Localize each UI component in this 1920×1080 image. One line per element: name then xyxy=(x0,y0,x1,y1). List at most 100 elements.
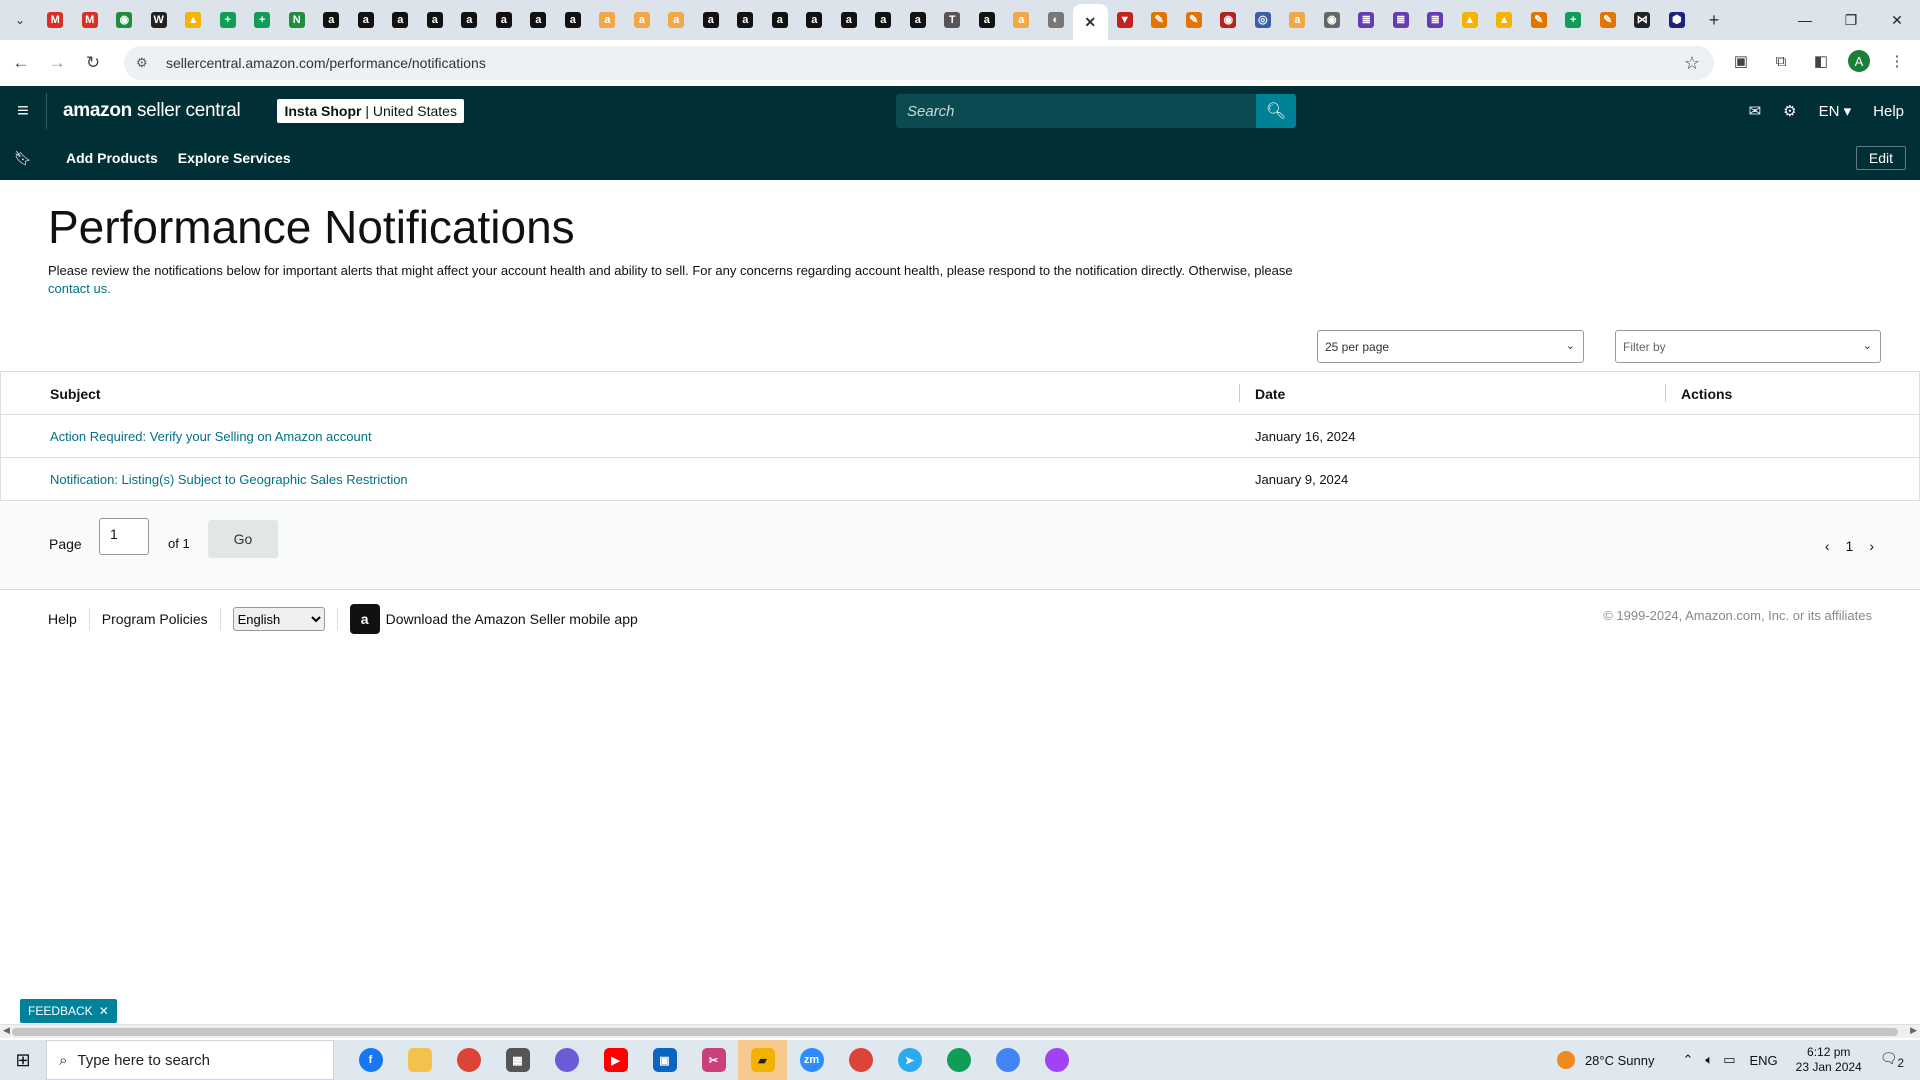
volume-icon[interactable]: 🔈︎ xyxy=(1705,1052,1713,1068)
footer-program-policies-link[interactable]: Program Policies xyxy=(102,611,208,627)
page-number-input[interactable]: 1 xyxy=(99,518,149,555)
taskbar-app[interactable]: ▰ xyxy=(738,1040,787,1080)
language-selector[interactable]: EN ▾ xyxy=(1819,102,1852,120)
feedback-button[interactable]: FEEDBACK ✕ xyxy=(20,999,117,1023)
browser-tab[interactable]: ✎ xyxy=(1591,4,1626,36)
browser-tab[interactable]: ◉ xyxy=(1315,4,1350,36)
browser-tab[interactable]: a xyxy=(590,4,625,36)
browser-tab[interactable]: a xyxy=(383,4,418,36)
notification-subject-link[interactable]: Notification: Listing(s) Subject to Geog… xyxy=(50,458,408,501)
taskbar-app[interactable] xyxy=(983,1040,1032,1080)
reload-icon[interactable]: ↻ xyxy=(78,48,108,78)
browser-tab[interactable]: ▼ xyxy=(1108,4,1143,36)
browser-tab[interactable]: ⬢ xyxy=(1660,4,1695,36)
taskbar-app[interactable] xyxy=(542,1040,591,1080)
contact-us-link[interactable]: contact us. xyxy=(48,281,111,296)
chevron-left-icon[interactable]: ‹ xyxy=(1825,538,1830,554)
browser-tab[interactable]: M xyxy=(73,4,108,36)
browser-tab[interactable]: a xyxy=(314,4,349,36)
browser-tab[interactable]: W xyxy=(142,4,177,36)
browser-menu-icon[interactable]: ⋮ xyxy=(1884,48,1910,74)
notification-center-icon[interactable]: 🗨︎2 xyxy=(1880,1050,1904,1070)
browser-tab[interactable]: a xyxy=(625,4,660,36)
clock[interactable]: 6:12 pm 23 Jan 2024 xyxy=(1796,1045,1862,1075)
taskbar-app[interactable]: ➤ xyxy=(885,1040,934,1080)
notification-subject-link[interactable]: Action Required: Verify your Selling on … xyxy=(50,415,372,458)
close-icon[interactable]: ✕ xyxy=(1082,14,1098,30)
column-header-date[interactable]: Date xyxy=(1255,372,1285,415)
seller-central-logo[interactable]: amazon seller central xyxy=(63,100,241,122)
browser-tab[interactable]: a xyxy=(970,4,1005,36)
browser-tab[interactable]: ✎ xyxy=(1177,4,1212,36)
browser-tab[interactable]: ≣ xyxy=(1384,4,1419,36)
browser-tab[interactable]: ◎ xyxy=(1246,4,1281,36)
browser-tab[interactable]: ✕ xyxy=(1073,4,1108,40)
taskbar-app[interactable]: ✂ xyxy=(689,1040,738,1080)
taskbar-app[interactable]: ▦ xyxy=(493,1040,542,1080)
minimize-icon[interactable]: — xyxy=(1782,0,1828,40)
go-button[interactable]: Go xyxy=(208,520,278,558)
browser-tab[interactable]: T xyxy=(935,4,970,36)
browser-tab[interactable]: a xyxy=(694,4,729,36)
bookmark-icon[interactable]: 🔖︎ xyxy=(0,150,46,167)
input-language[interactable]: ENG xyxy=(1750,1053,1778,1068)
browser-tab[interactable]: + xyxy=(211,4,246,36)
nav-explore-services[interactable]: Explore Services xyxy=(178,150,291,166)
profile-avatar[interactable]: A xyxy=(1848,50,1870,72)
taskbar-app[interactable]: ▣ xyxy=(640,1040,689,1080)
new-tab-icon[interactable]: + xyxy=(1700,10,1728,31)
browser-tab[interactable]: ✎ xyxy=(1142,4,1177,36)
back-icon[interactable]: ← xyxy=(6,48,36,78)
browser-tab[interactable]: ⋈ xyxy=(1625,4,1660,36)
browser-tab[interactable]: ▲ xyxy=(1487,4,1522,36)
browser-tab[interactable]: a xyxy=(763,4,798,36)
page-number-current[interactable]: 1 xyxy=(1846,538,1854,554)
browser-tab[interactable]: M xyxy=(38,4,73,36)
extension-off-icon[interactable]: ▣ xyxy=(1728,48,1754,74)
taskbar-app[interactable]: f xyxy=(346,1040,395,1080)
restore-icon[interactable]: ❐ xyxy=(1828,0,1874,40)
browser-tab[interactable]: a xyxy=(866,4,901,36)
chevron-right-icon[interactable]: › xyxy=(1869,538,1874,554)
browser-tab[interactable]: a xyxy=(349,4,384,36)
filter-select[interactable]: Filter by ⌄ xyxy=(1615,330,1881,363)
browser-tab[interactable]: ▲ xyxy=(1453,4,1488,36)
side-panel-icon[interactable]: ◧ xyxy=(1808,48,1834,74)
taskbar-app[interactable] xyxy=(934,1040,983,1080)
browser-tab[interactable]: a xyxy=(1004,4,1039,36)
forward-icon[interactable]: → xyxy=(42,48,72,78)
scrollbar-thumb[interactable] xyxy=(12,1028,1898,1036)
tray-chevron-icon[interactable]: ⌃ xyxy=(1682,1052,1693,1068)
taskbar-app[interactable] xyxy=(395,1040,444,1080)
mail-icon[interactable]: ✉ xyxy=(1749,102,1762,120)
taskbar-app[interactable]: ▶ xyxy=(591,1040,640,1080)
browser-tab[interactable]: a xyxy=(832,4,867,36)
per-page-select[interactable]: 25 per page ⌄ xyxy=(1317,330,1584,363)
browser-tab[interactable]: a xyxy=(1280,4,1315,36)
footer-language-select[interactable]: English xyxy=(232,607,325,631)
browser-tab[interactable]: + xyxy=(245,4,280,36)
extensions-puzzle-icon[interactable]: ⧉ xyxy=(1768,48,1794,74)
browser-tab[interactable]: ≣ xyxy=(1418,4,1453,36)
store-switcher[interactable]: Insta Shopr | United States xyxy=(277,99,464,123)
column-header-subject[interactable]: Subject xyxy=(50,372,101,415)
browser-tab[interactable]: a xyxy=(556,4,591,36)
browser-tab[interactable]: ◐ xyxy=(1039,4,1074,36)
nav-add-products[interactable]: Add Products xyxy=(66,150,158,166)
browser-tab[interactable]: a xyxy=(659,4,694,36)
taskbar-app[interactable] xyxy=(1032,1040,1081,1080)
site-info-icon[interactable]: ⚙ xyxy=(136,55,160,71)
browser-tab[interactable]: a xyxy=(521,4,556,36)
browser-tab[interactable]: a xyxy=(797,4,832,36)
amazon-app-icon[interactable]: a xyxy=(349,604,380,634)
taskbar-search-box[interactable]: ⌕ Type here to search xyxy=(46,1040,334,1080)
browser-tab[interactable]: ◉ xyxy=(107,4,142,36)
help-link[interactable]: Help xyxy=(1873,103,1904,120)
browser-tab[interactable]: ✎ xyxy=(1522,4,1557,36)
horizontal-scrollbar[interactable]: ◀ ▶ xyxy=(0,1024,1920,1038)
tab-search-chevron-icon[interactable]: ⌄ xyxy=(8,8,32,32)
browser-tab[interactable]: ◉ xyxy=(1211,4,1246,36)
browser-tab[interactable]: N xyxy=(280,4,315,36)
browser-tab[interactable]: ≣ xyxy=(1349,4,1384,36)
download-app-link[interactable]: Download the Amazon Seller mobile app xyxy=(386,611,638,627)
